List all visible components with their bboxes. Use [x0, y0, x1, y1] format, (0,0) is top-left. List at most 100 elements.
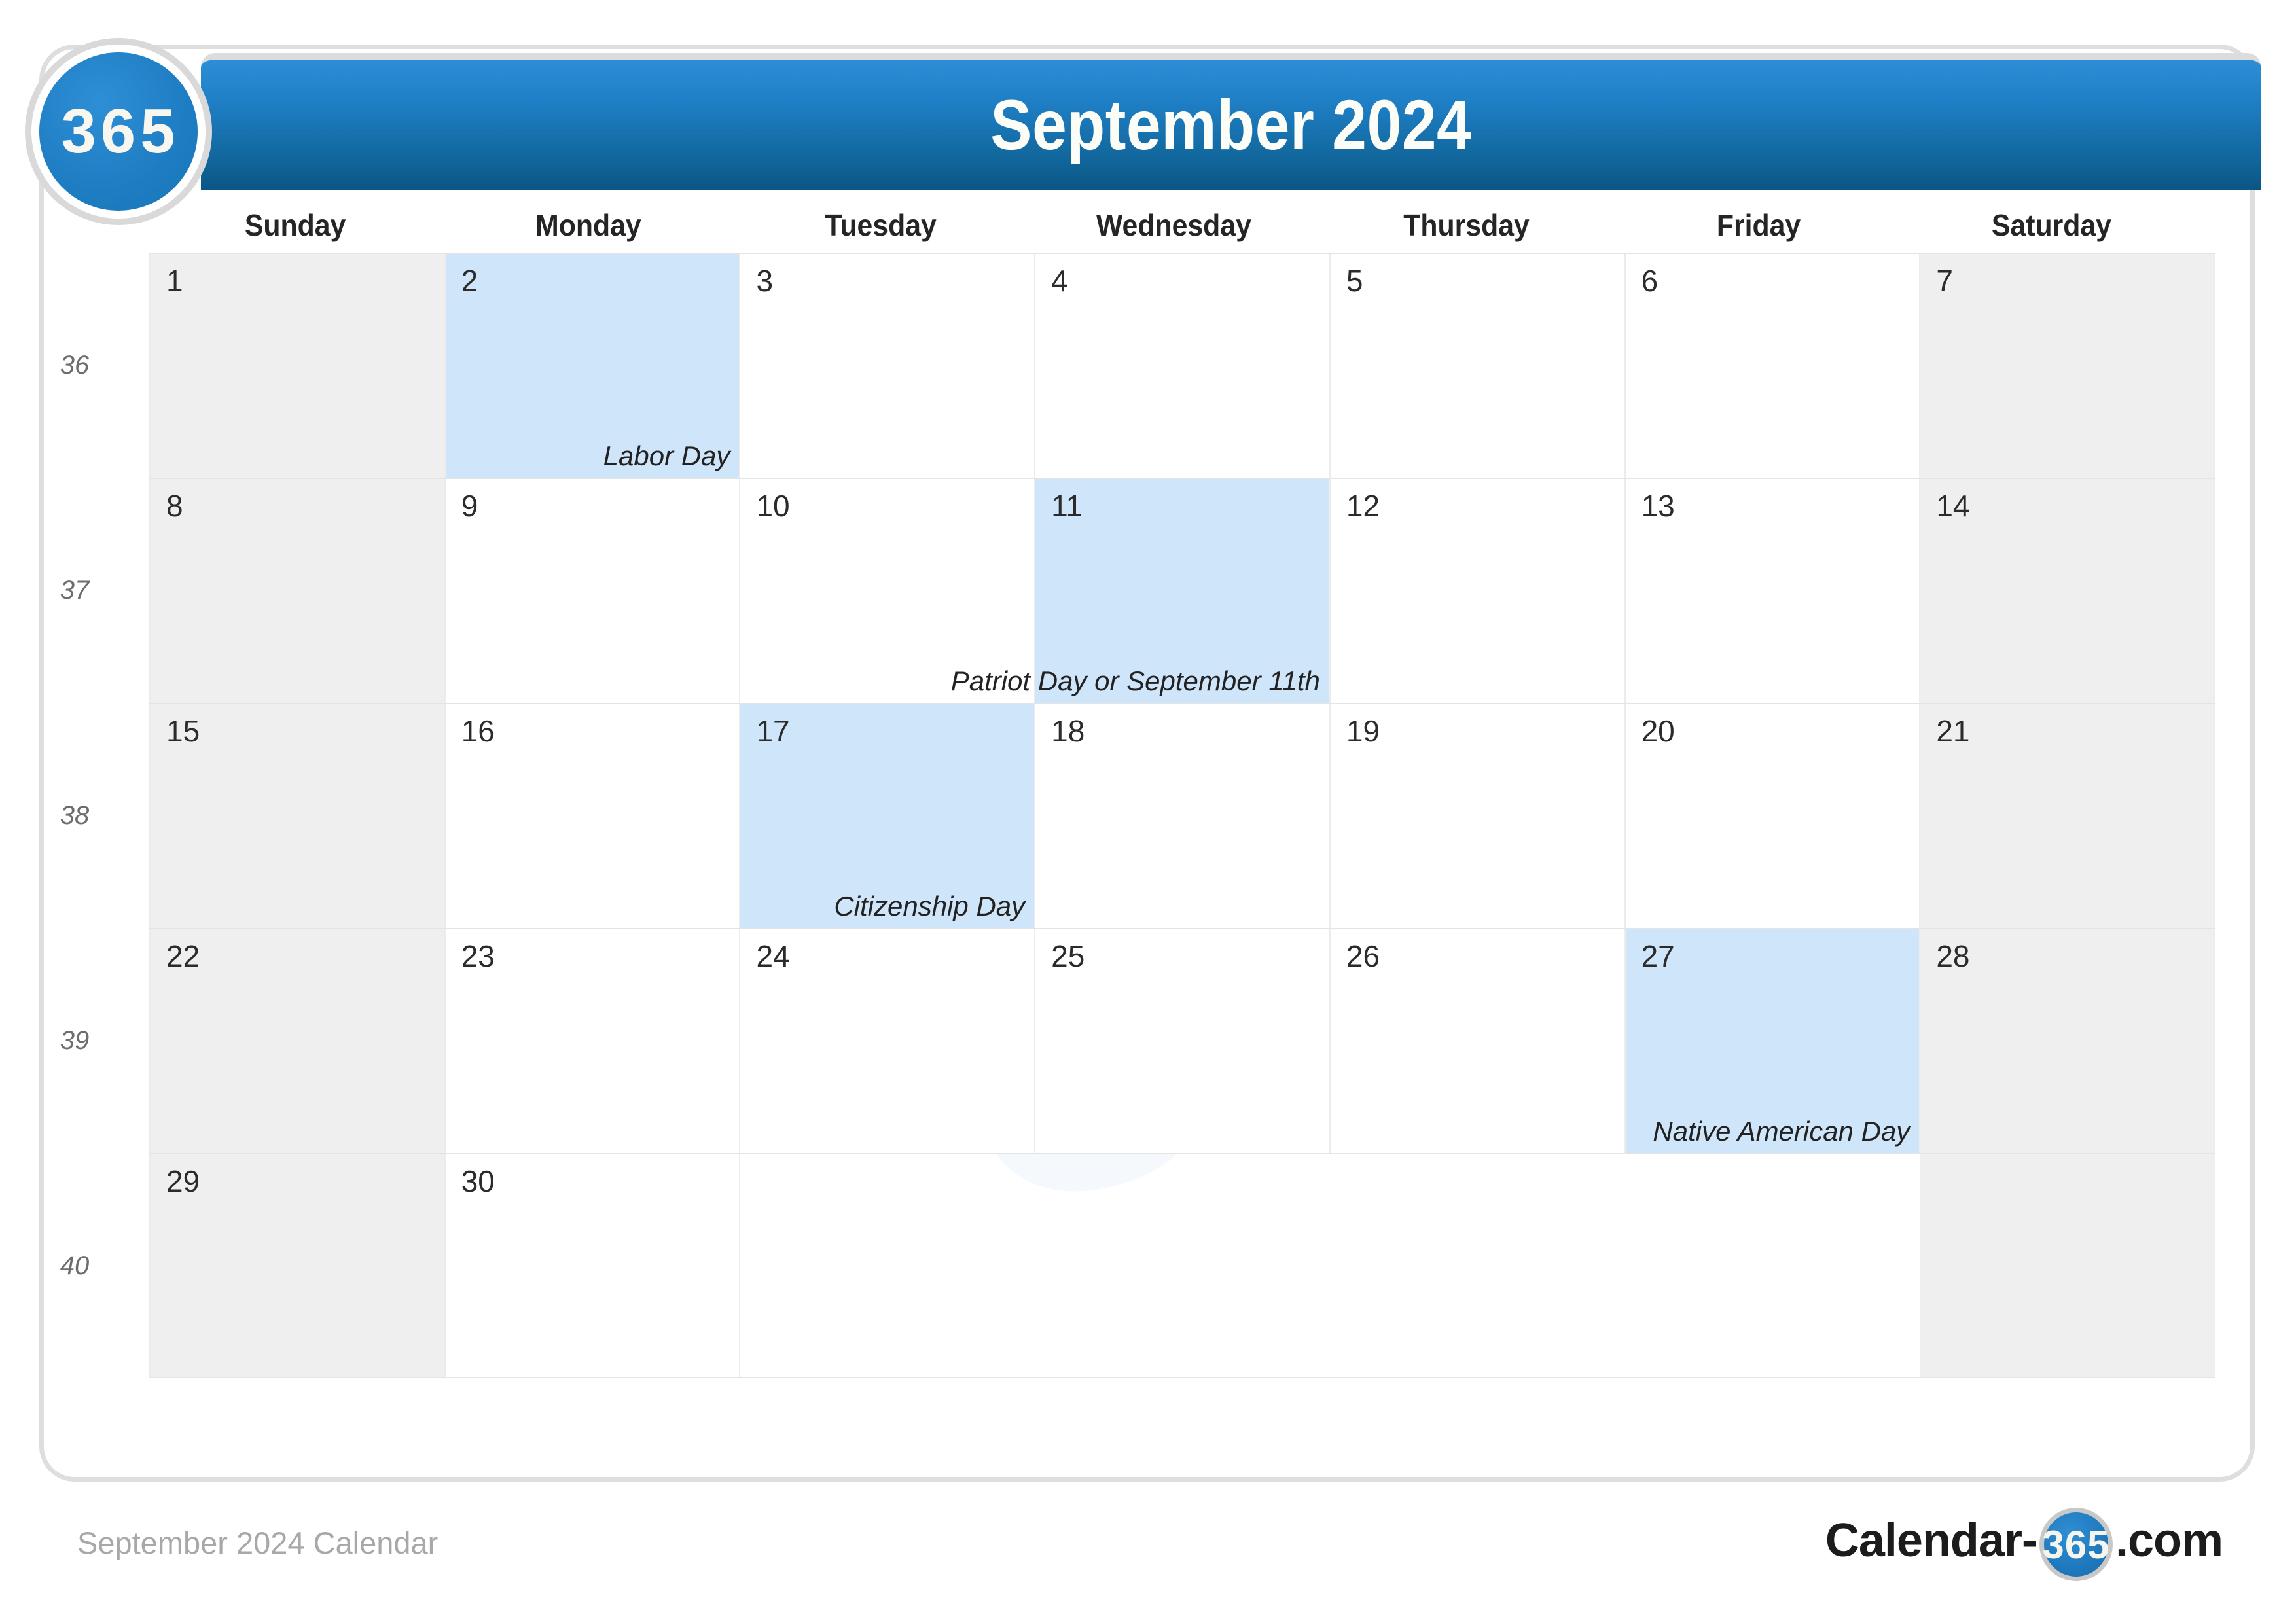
day-cell[interactable]: 15 [149, 704, 446, 928]
page-title: September 2024 [201, 90, 2261, 160]
weekday-label: Friday [1717, 208, 1801, 242]
day-cell[interactable]: 7 [1920, 254, 2216, 478]
week-days: 15 16 17 Citizenship Day 18 19 20 21 [149, 703, 2216, 928]
holiday-label: Citizenship Day [834, 890, 1026, 921]
day-cell[interactable]: 22 [149, 929, 446, 1153]
day-number: 11 [1051, 489, 1083, 523]
day-cell[interactable]: 4 [1035, 254, 1331, 478]
day-cell[interactable]: 8 [149, 479, 446, 703]
calendar-week-row: 39 22 23 24 25 26 27 Native American Day 28 [0, 928, 2216, 1153]
day-cell[interactable]: 19 [1330, 704, 1626, 928]
badge-blue-disc: 365 [39, 52, 198, 211]
day-cell[interactable]: 6 [1625, 254, 1921, 478]
calendar-week-row: 37 8 9 10 11 Patriot Day or September 11th 12 1… [0, 478, 2216, 703]
day-cell-empty [1035, 1154, 1331, 1377]
day-number: 16 [461, 714, 495, 748]
day-number: 4 [1051, 264, 1068, 298]
week-number: 39 [60, 1026, 90, 1055]
day-number: 18 [1051, 714, 1085, 748]
day-number: 13 [1641, 489, 1675, 523]
day-cell[interactable]: 25 [1035, 929, 1331, 1153]
weekday-label: Wednesday [1096, 208, 1251, 242]
weekday-header-friday: Friday [1613, 198, 1905, 253]
day-cell[interactable]: 24 [740, 929, 1036, 1153]
day-cell[interactable]: 3 [740, 254, 1036, 478]
holiday-label: Native American Day [1653, 1115, 1910, 1147]
day-cell[interactable]: 16 [445, 704, 741, 928]
day-cell[interactable]: 21 [1920, 704, 2216, 928]
day-cell[interactable]: 26 [1330, 929, 1626, 1153]
day-number: 23 [461, 939, 495, 973]
weekday-label: Saturday [1991, 208, 2111, 242]
day-cell[interactable]: 27 Native American Day [1625, 929, 1921, 1153]
day-number: 14 [1936, 489, 1970, 523]
day-cell-empty [1626, 1154, 1921, 1377]
footer-logo-prefix: Calendar- [1825, 1514, 2037, 1567]
holiday-label: Labor Day [603, 440, 730, 471]
day-cell[interactable]: 30 [445, 1154, 741, 1377]
day-number: 9 [461, 489, 478, 523]
day-cell[interactable]: 23 [445, 929, 741, 1153]
footer-logo[interactable]: Calendar- 365 .com [1825, 1508, 2223, 1581]
day-number: 27 [1641, 939, 1675, 973]
day-cell-empty [1331, 1154, 1626, 1377]
calendar-weeks: 36 1 2 Labor Day 3 4 5 6 7 3 7 8 9 10 11 Patriot Day or… [0, 253, 2216, 1378]
weekday-header-sunday: Sunday [149, 198, 442, 253]
week-days: 8 9 10 11 Patriot Day or September 11th 12 13 1… [149, 478, 2216, 703]
calendar-week-row: 38 15 16 17 Citizenship Day 18 19 20 21 [0, 703, 2216, 928]
day-cell[interactable]: 18 [1035, 704, 1331, 928]
weekday-header-monday: Monday [442, 198, 734, 253]
day-number: 2 [461, 264, 478, 298]
day-number: 26 [1346, 939, 1380, 973]
week-number: 38 [60, 800, 90, 830]
day-cell[interactable]: 28 [1920, 929, 2216, 1153]
calendar-header-bar: September 2024 [201, 53, 2261, 190]
day-cell[interactable]: 5 [1330, 254, 1626, 478]
week-days: 1 2 Labor Day 3 4 5 6 7 [149, 253, 2216, 478]
day-number: 30 [461, 1164, 495, 1198]
calendar-grid: Sunday Monday Tuesday Wednesday Thursday… [0, 198, 2216, 1427]
day-cell-empty [1920, 1154, 2216, 1377]
day-number: 29 [166, 1164, 200, 1198]
day-cell[interactable]: 29 [149, 1154, 446, 1377]
day-number: 24 [756, 939, 790, 973]
day-number: 10 [756, 489, 790, 523]
week-number: 40 [60, 1251, 90, 1280]
weekday-label: Sunday [245, 208, 346, 242]
page-title-text: September 2024 [990, 85, 1472, 164]
weekday-header-row: Sunday Monday Tuesday Wednesday Thursday… [149, 198, 2198, 253]
week-days: 22 23 24 25 26 27 Native American Day 28 [149, 928, 2216, 1153]
day-cell[interactable]: 20 [1625, 704, 1921, 928]
day-cell[interactable]: 2 Labor Day [445, 254, 741, 478]
day-number: 21 [1936, 714, 1970, 748]
day-number: 28 [1936, 939, 1970, 973]
day-number: 12 [1346, 489, 1380, 523]
footer-caption: September 2024 Calendar [77, 1525, 439, 1560]
badge-label: 365 [61, 96, 180, 166]
weekday-header-tuesday: Tuesday [734, 198, 1027, 253]
day-number: 25 [1051, 939, 1085, 973]
calendar-page: 3 6 5 September 2024 365 Sunday Monday T… [0, 0, 2296, 1623]
day-number: 15 [166, 714, 200, 748]
week-number: 36 [60, 350, 90, 380]
day-number: 3 [756, 264, 774, 298]
footer-logo-365-icon: 365 [2039, 1508, 2113, 1581]
day-cell[interactable]: 9 [445, 479, 741, 703]
weekday-label: Thursday [1403, 208, 1530, 242]
holiday-label: Patriot Day or September 11th [950, 665, 1320, 696]
weekday-header-wednesday: Wednesday [1027, 198, 1319, 253]
day-cell[interactable]: 14 [1920, 479, 2216, 703]
day-number: 22 [166, 939, 200, 973]
day-cell[interactable]: 13 [1625, 479, 1921, 703]
day-number: 7 [1936, 264, 1953, 298]
day-cell[interactable]: 1 [149, 254, 446, 478]
day-cell[interactable]: 17 Citizenship Day [740, 704, 1036, 928]
weekday-header-thursday: Thursday [1320, 198, 1613, 253]
day-number: 17 [756, 714, 790, 748]
day-cell[interactable]: 11 Patriot Day or September 11th [951, 479, 1331, 703]
day-cell[interactable]: 12 [1330, 479, 1626, 703]
day-number: 1 [166, 264, 183, 298]
weekday-header-saturday: Saturday [1905, 198, 2198, 253]
footer-logo-badge-text: 365 [2042, 1512, 2109, 1577]
day-number: 20 [1641, 714, 1675, 748]
